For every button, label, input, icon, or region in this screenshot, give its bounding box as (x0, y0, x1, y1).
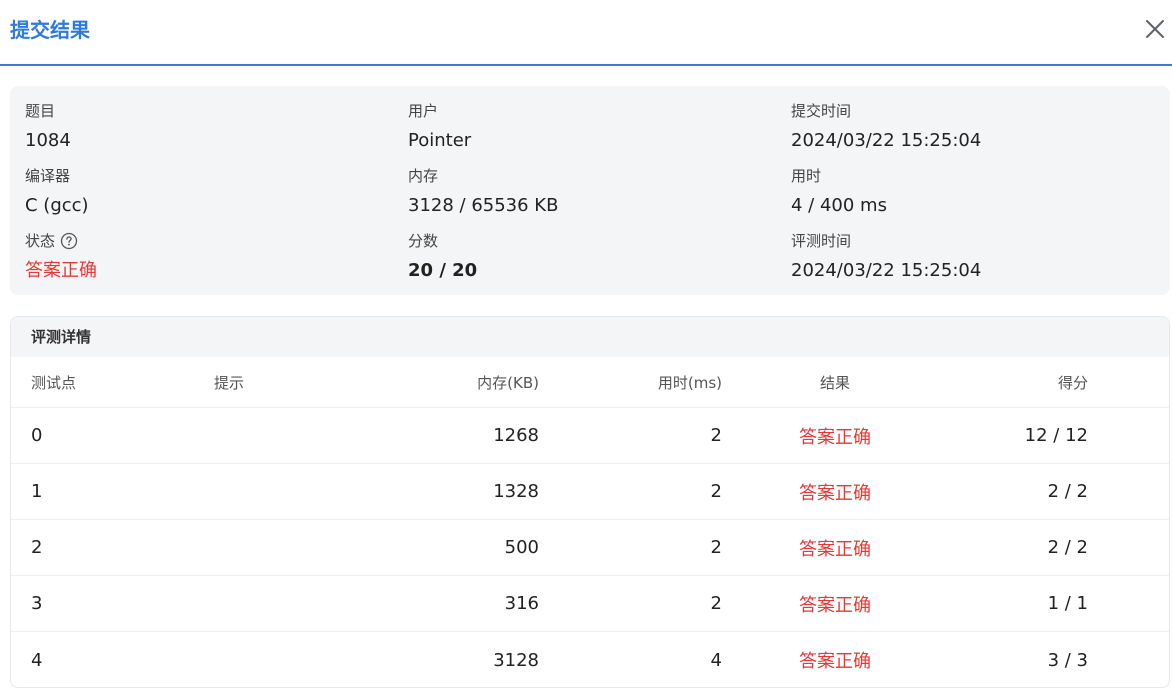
submission-info-card: 题目 1084 用户 Pointer 提交时间 2024/03/22 15:25… (10, 86, 1170, 295)
test-time: 2 (710, 537, 722, 558)
time-label: 用时 (791, 167, 822, 185)
test-time: 2 (710, 481, 722, 502)
problem-value: 1084 (25, 130, 71, 151)
test-score: 1 / 1 (1047, 593, 1088, 614)
judge-time-label: 评测时间 (791, 232, 852, 250)
score-label: 分数 (408, 232, 439, 250)
table-row: 3 316 2 答案正确 1 / 1 (11, 576, 1169, 632)
test-score: 2 / 2 (1047, 537, 1088, 558)
help-icon[interactable] (60, 232, 78, 250)
test-score: 12 / 12 (1024, 425, 1088, 446)
test-score: 3 / 3 (1047, 649, 1088, 671)
test-time: 2 (710, 425, 722, 446)
question-circle-icon (60, 232, 78, 250)
status-info: 状态 答案正确 (25, 231, 405, 283)
column-header-score: 得分 (1057, 373, 1088, 392)
table-row: 1 1328 2 答案正确 2 / 2 (11, 464, 1169, 520)
test-result: 答案正确 (799, 594, 871, 616)
test-score: 2 / 2 (1047, 481, 1088, 502)
test-result: 答案正确 (799, 482, 871, 504)
time-value: 4 / 400 ms (791, 195, 887, 216)
test-result: 答案正确 (799, 651, 871, 672)
table-row: 4 3128 4 答案正确 3 / 3 (11, 632, 1169, 687)
submit-time-label: 提交时间 (791, 102, 852, 120)
judge-time-value: 2024/03/22 15:25:04 (791, 260, 982, 281)
problem-label: 题目 (25, 102, 56, 120)
user-value: Pointer (408, 130, 472, 151)
submit-time-value: 2024/03/22 15:25:04 (791, 130, 982, 151)
table-row: 0 1268 2 答案正确 12 / 12 (11, 408, 1169, 464)
memory-info: 内存 3128 / 65536 KB (408, 166, 788, 218)
close-button[interactable] (1142, 16, 1168, 42)
score-info: 分数 20 / 20 (408, 231, 788, 283)
memory-label: 内存 (408, 167, 439, 185)
status-label-row: 状态 (25, 231, 405, 251)
test-memory: 316 (504, 593, 539, 614)
compiler-info: 编译器 C (gcc) (25, 166, 405, 218)
submission-result-dialog: 提交结果 题目 1084 用户 Pointer 提交时间 2024/03/22 … (0, 0, 1172, 697)
column-header-point: 测试点 (31, 373, 77, 392)
user-label: 用户 (408, 102, 439, 120)
test-memory: 500 (504, 537, 539, 558)
status-value: 答案正确 (25, 260, 97, 281)
table-row: 2 500 2 答案正确 2 / 2 (11, 520, 1169, 576)
table-header: 测试点 提示 内存(KB) 用时(ms) 结果 得分 (11, 357, 1169, 408)
judge-details-card: 评测详情 测试点 提示 内存(KB) 用时(ms) 结果 得分 0 1268 2… (10, 316, 1170, 688)
test-time: 4 (710, 649, 722, 671)
test-point: 0 (31, 425, 43, 446)
dialog-header: 提交结果 (0, 0, 1172, 66)
dialog-title: 提交结果 (10, 18, 90, 42)
problem-info: 题目 1084 (25, 101, 405, 153)
close-icon (1146, 20, 1164, 38)
compiler-value: C (gcc) (25, 195, 89, 216)
column-header-result: 结果 (819, 373, 850, 392)
test-time: 2 (710, 593, 722, 614)
test-memory: 3128 (493, 649, 539, 671)
score-value: 20 / 20 (408, 260, 478, 281)
test-result: 答案正确 (799, 426, 871, 448)
judge-time-info: 评测时间 2024/03/22 15:25:04 (791, 231, 1171, 283)
test-memory: 1328 (493, 481, 539, 502)
submit-time-info: 提交时间 2024/03/22 15:25:04 (791, 101, 1171, 153)
judge-details-title: 评测详情 (11, 317, 1169, 357)
test-point: 1 (31, 481, 43, 502)
memory-value: 3128 / 65536 KB (408, 195, 559, 216)
test-memory: 1268 (493, 425, 539, 446)
column-header-memory: 内存(KB) (477, 373, 539, 392)
column-header-time: 用时(ms) (657, 373, 722, 392)
test-point: 3 (31, 593, 43, 614)
test-point: 4 (31, 649, 43, 671)
test-point: 2 (31, 537, 43, 558)
compiler-label: 编译器 (25, 167, 71, 185)
time-info: 用时 4 / 400 ms (791, 166, 1171, 218)
status-label: 状态 (25, 232, 56, 250)
column-header-hint: 提示 (214, 373, 245, 392)
test-result: 答案正确 (799, 538, 871, 560)
user-info: 用户 Pointer (408, 101, 788, 153)
